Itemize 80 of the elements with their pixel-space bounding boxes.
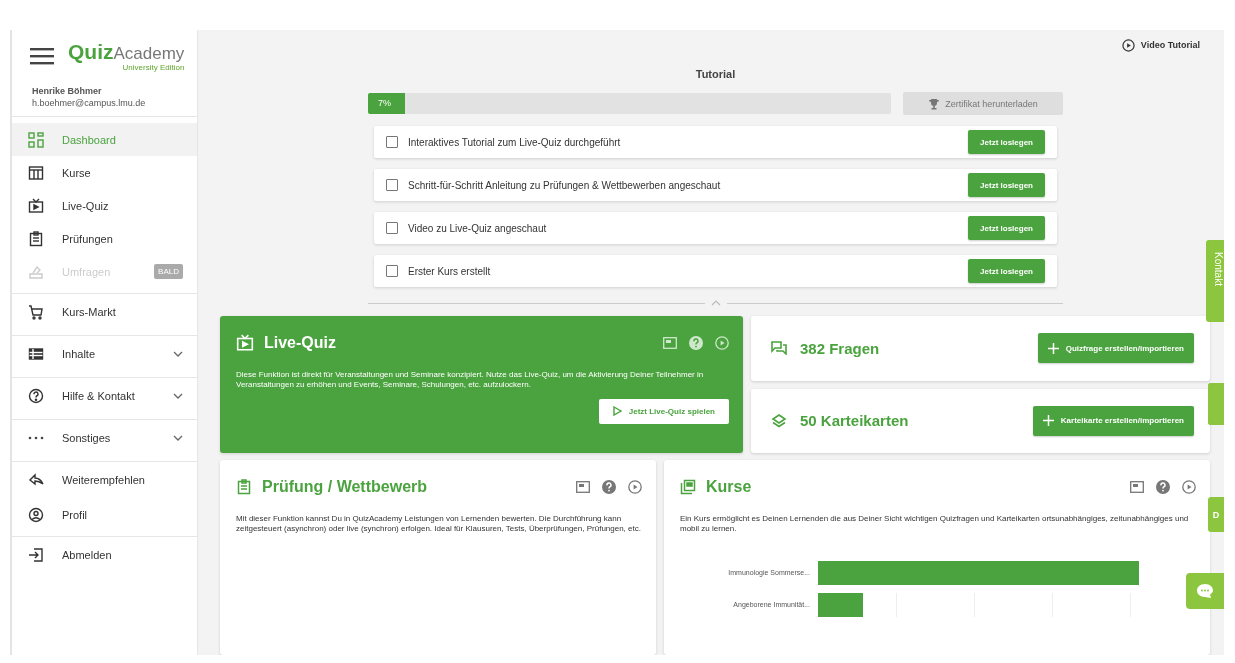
card-description: Diese Funktion ist direkt für Veranstaltungen und Seminare konzipiert. Nutze das Live-Quiz, um die Aktivierung Deiner Teilnehmer in Veranstaltungen zu erhöhen und Events, Seminare, Schulungen, etc. aufzulockern.	[236, 370, 705, 391]
sidebar-item[interactable]: Inhalte	[12, 335, 197, 372]
soon-badge: BALD	[154, 264, 183, 279]
card-title: Prüfung / Wettbewerb	[262, 478, 429, 496]
trophy-icon	[928, 97, 941, 110]
nav-icon	[28, 346, 44, 362]
screen-icon[interactable]	[1130, 481, 1144, 493]
counter-label: 382 Fragen	[800, 339, 881, 357]
nav-icon	[28, 472, 44, 488]
nav-icon	[28, 304, 44, 320]
logo-text: Quiz	[68, 39, 114, 63]
task-label: Video zu Live-Quiz angeschaut	[408, 222, 548, 234]
sidebar-item[interactable]: Profil	[12, 498, 197, 531]
contact-tab[interactable]: Kontakt	[1206, 240, 1224, 322]
sidebar-item[interactable]: Prüfungen	[12, 222, 197, 255]
sidebar-item[interactable]: Live-Quiz	[12, 189, 197, 222]
create-button[interactable]: Quizfrage erstellen/importieren	[1037, 333, 1194, 364]
stacked-squares-icon	[680, 479, 696, 495]
checkbox[interactable]	[386, 136, 398, 148]
sidebar-item[interactable]: Hilfe & Kontakt	[12, 377, 197, 414]
checkbox[interactable]	[386, 222, 398, 234]
counter-label: 50 Karteikarten	[800, 412, 910, 430]
task-label: Interaktives Tutorial zum Live-Quiz durchgeführt	[408, 136, 622, 148]
chat-bubbles-icon	[771, 341, 787, 356]
nav-icon	[28, 506, 44, 523]
progress-reading: 7%	[378, 98, 391, 108]
card-description: Mit dieser Funktion kannst Du in QuizAcademy Leistungen von Lernenden bewerten. Die Durchführung kann zeitgesteuert (asynchron) oder live (synchron) erfolgen. Ideal für Klausuren, Tests, Überprüfungen, Prüfungen, etc.	[236, 514, 642, 535]
tutorial-title: Tutorial	[694, 67, 737, 82]
plus-icon	[1042, 415, 1054, 427]
sidebar-item[interactable]: Kurs-Markt	[12, 293, 197, 330]
sidebar-item[interactable]: Sonstiges	[12, 419, 197, 456]
help-icon[interactable]	[602, 480, 616, 494]
sidebar-item[interactable]: Weiterempfehlen	[12, 461, 197, 498]
screen-icon[interactable]	[576, 481, 590, 493]
create-button[interactable]: Karteikarte erstellen/importieren	[1032, 405, 1194, 436]
card-title: Kurse	[706, 478, 753, 496]
play-icon	[612, 406, 622, 417]
video-tutorial-link[interactable]: Video Tutorial	[1121, 38, 1200, 52]
sidebar-item[interactable]: Dashboard	[12, 123, 197, 156]
side-tab[interactable]: D	[1208, 497, 1224, 532]
help-icon[interactable]	[689, 336, 703, 350]
task-label: Erster Kurs erstellt	[408, 265, 492, 277]
plus-icon	[1047, 342, 1059, 354]
menu-icon[interactable]	[30, 47, 54, 65]
play-icon	[1121, 38, 1135, 52]
start-button[interactable]: Jetzt loslegen	[968, 173, 1045, 197]
card-description: Ein Kurs ermöglicht es Deinen Lernenden die aus Deiner Sicht wichtigen Quizfragen und Karteikarten ortsunabhängiges, zeitunabhängiges und mobil zu lernen.	[680, 514, 1190, 535]
checkbox[interactable]	[386, 265, 398, 277]
nav-icon	[28, 164, 44, 181]
help-icon[interactable]	[1156, 480, 1170, 494]
chevron-down-icon	[173, 351, 183, 357]
nav-icon	[28, 388, 44, 404]
nav-icon	[28, 230, 44, 247]
tv-icon	[236, 334, 254, 352]
logo-text: Academy	[113, 43, 185, 63]
chat-icon	[1196, 583, 1214, 599]
nav-icon	[28, 547, 44, 563]
nav-icon	[28, 263, 44, 280]
start-button[interactable]: Jetzt loslegen	[968, 216, 1045, 240]
sidebar-item[interactable]: Abmelden	[12, 536, 197, 573]
sidebar-item[interactable]: Kurse	[12, 156, 197, 189]
play-icon[interactable]	[628, 480, 642, 494]
dots-icon	[28, 436, 44, 440]
chevron-down-icon	[173, 393, 183, 399]
card-title: Live-Quiz	[264, 334, 337, 352]
chevron-down-icon	[173, 435, 183, 441]
checkbox[interactable]	[386, 179, 398, 191]
layers-icon	[771, 413, 787, 428]
nav-icon	[28, 131, 44, 148]
user-email: h.boehmer@campus.lmu.de	[32, 98, 147, 108]
play-live-quiz-button[interactable]: Jetzt Live-Quiz spielen	[598, 398, 729, 424]
chart-bar	[818, 592, 864, 617]
task-label: Schritt-für-Schritt Anleitung zu Prüfungen & Wettbewerben angeschaut	[408, 179, 722, 191]
nav-icon	[28, 197, 44, 214]
start-button[interactable]: Jetzt loslegen	[968, 259, 1045, 283]
play-icon[interactable]	[1182, 480, 1196, 494]
edition-label: University Edition	[122, 62, 185, 72]
user-name: Henrike Böhmer	[32, 86, 103, 96]
start-button[interactable]: Jetzt loslegen	[968, 130, 1045, 154]
clipboard-icon	[236, 479, 252, 495]
